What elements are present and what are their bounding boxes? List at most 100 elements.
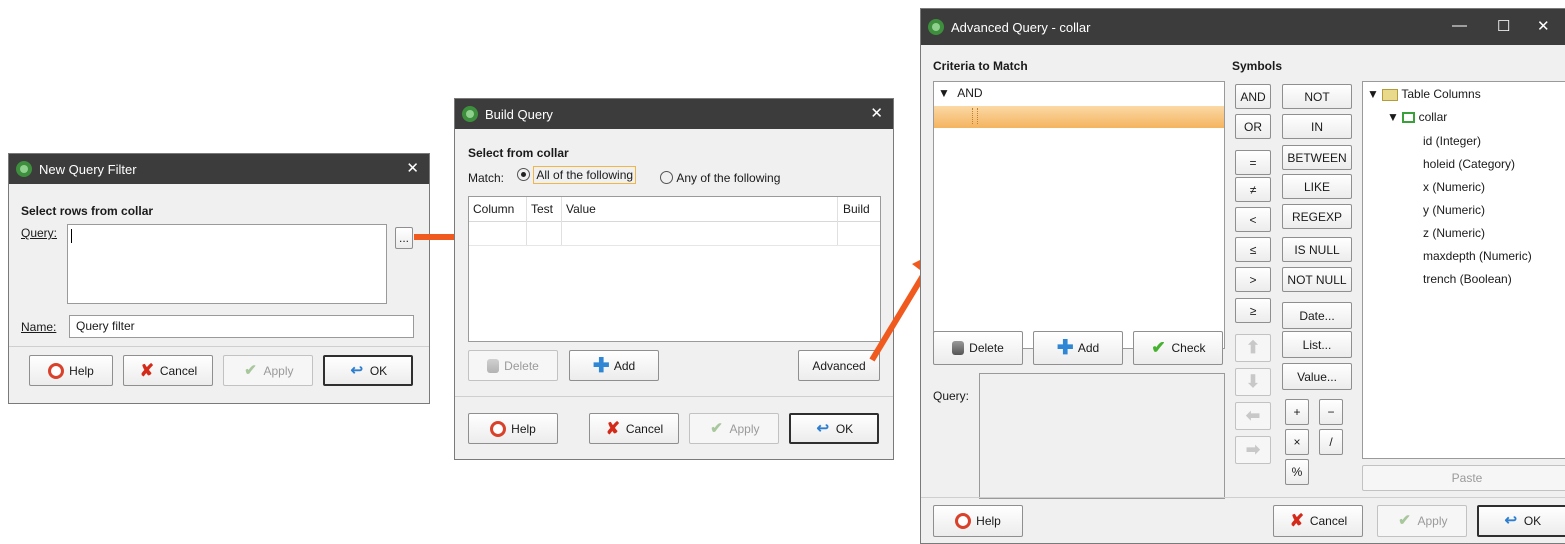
close-icon[interactable]: ✕: [406, 159, 419, 177]
date-button[interactable]: Date...: [1282, 302, 1352, 329]
symbol-greater-than-button[interactable]: >: [1235, 267, 1271, 292]
title-bar: Advanced Query - collar — ☐ ✕: [921, 9, 1565, 45]
symbol-between-button[interactable]: BETWEEN: [1282, 145, 1352, 170]
value-button[interactable]: Value...: [1282, 363, 1352, 390]
help-button[interactable]: Help: [933, 505, 1023, 537]
plus-icon: ✚: [592, 354, 610, 377]
ok-label: OK: [1523, 514, 1542, 528]
criteria-tree[interactable]: ▼ AND: [933, 81, 1225, 349]
cancel-button[interactable]: ✘ Cancel: [589, 413, 679, 444]
list-button[interactable]: List...: [1282, 331, 1352, 358]
symbol-less-equal-button[interactable]: ≤: [1235, 237, 1271, 262]
close-icon[interactable]: ✕: [870, 104, 883, 122]
symbol-not-equals-button[interactable]: ≠: [1235, 177, 1271, 202]
apply-button[interactable]: ✔ Apply: [1377, 505, 1467, 537]
add-button[interactable]: ✚ Add: [569, 350, 659, 381]
cancel-button[interactable]: ✘ Cancel: [123, 355, 213, 386]
tree-column-item[interactable]: trench (Boolean): [1423, 272, 1512, 286]
trash-icon: [952, 341, 965, 355]
tree-column-item[interactable]: y (Numeric): [1423, 203, 1485, 217]
move-right-button[interactable]: ➡: [1235, 436, 1271, 464]
symbol-regexp-button[interactable]: REGEXP: [1282, 204, 1352, 229]
cancel-button[interactable]: ✘ Cancel: [1273, 505, 1363, 537]
query-textarea[interactable]: [979, 373, 1225, 499]
dialog-title: Advanced Query - collar: [951, 20, 1091, 35]
expand-icon: ▼: [938, 86, 950, 100]
table-header: Column Test Value Build: [469, 197, 880, 245]
selected-criteria-row[interactable]: [934, 106, 1224, 128]
tree-column-item[interactable]: holeid (Category): [1423, 157, 1515, 171]
minimize-icon[interactable]: —: [1452, 17, 1467, 34]
symbol-less-than-button[interactable]: <: [1235, 207, 1271, 232]
trash-icon: [487, 358, 500, 373]
operator-divide-button[interactable]: /: [1319, 429, 1343, 455]
ok-button[interactable]: ↩ OK: [789, 413, 879, 444]
symbol-not-null-button[interactable]: NOT NULL: [1282, 267, 1352, 292]
advanced-label: Advanced: [812, 358, 866, 373]
query-input[interactable]: [67, 224, 387, 304]
symbol-is-null-button[interactable]: IS NULL: [1282, 237, 1352, 262]
delete-label: Delete: [504, 358, 539, 373]
delete-label: Delete: [969, 341, 1004, 355]
radio-icon: [660, 171, 673, 185]
tree-node-table-columns[interactable]: ▼ Table Columns: [1367, 87, 1481, 101]
check-button[interactable]: ✔ Check: [1133, 331, 1223, 365]
cancel-label: Cancel: [159, 363, 198, 378]
add-button[interactable]: ✚ Add: [1033, 331, 1123, 365]
row-placeholder: [972, 108, 978, 124]
move-up-button[interactable]: ⬆: [1235, 334, 1271, 362]
ok-button[interactable]: ↩ OK: [1477, 505, 1565, 537]
operator-modulo-button[interactable]: %: [1285, 459, 1309, 485]
dialog-heading: Select from collar: [468, 146, 569, 160]
help-button[interactable]: Help: [29, 355, 113, 386]
close-icon[interactable]: ✕: [1537, 17, 1550, 35]
arrow-right-icon: ➡: [1245, 440, 1261, 459]
cancel-label: Cancel: [625, 421, 664, 436]
check-label: Check: [1171, 341, 1206, 355]
columns-tree[interactable]: ▼ Table Columns ▼ collar id (Integer) ho…: [1362, 81, 1565, 459]
symbol-like-button[interactable]: LIKE: [1282, 174, 1352, 199]
symbol-or-button[interactable]: OR: [1235, 114, 1271, 139]
tree-column-item[interactable]: z (Numeric): [1423, 226, 1485, 240]
symbol-in-button[interactable]: IN: [1282, 114, 1352, 139]
tree-column-item[interactable]: id (Integer): [1423, 134, 1481, 148]
criteria-table[interactable]: Column Test Value Build: [468, 196, 881, 342]
match-all-radio[interactable]: All of the following: [517, 165, 637, 184]
criteria-root-node[interactable]: ▼ AND: [938, 86, 983, 100]
criteria-root-label: AND: [957, 86, 983, 100]
dialog-title: New Query Filter: [39, 162, 137, 177]
maximize-icon[interactable]: ☐: [1497, 17, 1510, 35]
name-input[interactable]: Query filter: [69, 315, 414, 338]
help-button[interactable]: Help: [468, 413, 558, 444]
add-label: Add: [613, 358, 636, 373]
ok-icon: ↩: [1504, 512, 1518, 529]
symbol-greater-equal-button[interactable]: ≥: [1235, 298, 1271, 323]
cancel-icon: ✘: [1289, 511, 1304, 530]
move-down-button[interactable]: ⬇: [1235, 368, 1271, 396]
table-row[interactable]: [469, 221, 880, 246]
paste-button[interactable]: Paste: [1362, 465, 1565, 491]
tree-node-collar[interactable]: ▼ collar: [1387, 110, 1447, 124]
ok-button[interactable]: ↩ OK: [323, 355, 413, 386]
apply-icon: ✔: [710, 419, 723, 437]
separator: [921, 497, 1565, 498]
symbol-equals-button[interactable]: =: [1235, 150, 1271, 175]
apply-button[interactable]: ✔ Apply: [689, 413, 779, 444]
move-left-button[interactable]: ⬅: [1235, 402, 1271, 430]
operator-minus-button[interactable]: −: [1319, 399, 1343, 425]
symbol-and-button[interactable]: AND: [1235, 84, 1271, 109]
delete-button[interactable]: Delete: [468, 350, 558, 381]
ok-icon: ↩: [350, 361, 364, 379]
tree-table-label: collar: [1418, 110, 1448, 124]
match-any-label: Any of the following: [676, 170, 781, 185]
tree-column-item[interactable]: maxdepth (Numeric): [1423, 249, 1532, 263]
ok-icon: ↩: [816, 419, 830, 437]
tree-column-item[interactable]: x (Numeric): [1423, 180, 1485, 194]
operator-plus-button[interactable]: +: [1285, 399, 1309, 425]
operator-multiply-button[interactable]: ×: [1285, 429, 1309, 455]
delete-button[interactable]: Delete: [933, 331, 1023, 365]
expand-icon: ▼: [1387, 110, 1399, 124]
symbol-not-button[interactable]: NOT: [1282, 84, 1352, 109]
match-any-radio[interactable]: Any of the following: [660, 170, 780, 185]
apply-button[interactable]: ✔ Apply: [223, 355, 313, 386]
